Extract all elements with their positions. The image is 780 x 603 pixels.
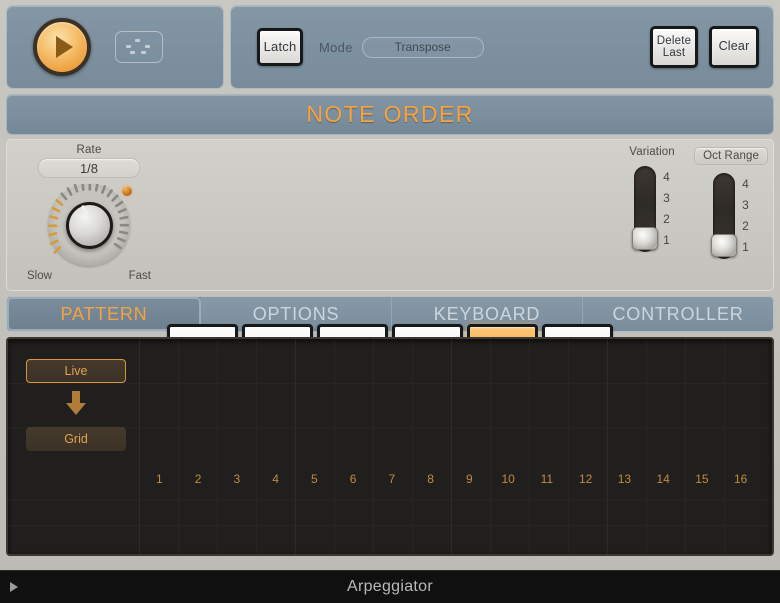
controls-panel: Latch Mode Transpose Delete Last Clear — [230, 5, 774, 89]
delete-last-button[interactable]: Delete Last — [650, 26, 698, 68]
rate-control-group: Rate 1/8 Slow Fast — [21, 144, 157, 282]
variation-tick-4: 4 — [663, 170, 670, 184]
step-6[interactable]: 6 — [334, 472, 373, 486]
transport-panel — [6, 5, 224, 89]
oct-range-slider: 4 3 2 1 — [691, 173, 771, 259]
variation-control-group: Variation 4 3 2 1 — [617, 146, 687, 252]
delete-last-line2: Last — [662, 47, 686, 59]
section-title: NOTE ORDER — [306, 101, 474, 127]
status-bar: Arpeggiator — [0, 570, 780, 603]
arpeggiator-plugin-window: Latch Mode Transpose Delete Last Clear N… — [0, 0, 780, 603]
variation-tick-1: 1 — [663, 233, 670, 247]
pattern-editor-panel[interactable]: Live Grid 1 2 3 4 5 6 7 8 9 10 11 12 13 — [6, 337, 774, 556]
step-5[interactable]: 5 — [295, 472, 334, 486]
variation-slider: 4 3 2 1 — [617, 166, 687, 252]
variation-label: Variation — [629, 146, 675, 158]
oct-range-tick-1: 1 — [742, 240, 749, 254]
step-7[interactable]: 7 — [373, 472, 412, 486]
plugin-name-label: Arpeggiator — [346, 578, 434, 595]
rate-led-indicator — [122, 186, 132, 196]
top-toolbar: Latch Mode Transpose Delete Last Clear — [6, 5, 774, 89]
rate-knob-assembly — [44, 182, 134, 272]
oct-range-slider-track[interactable] — [711, 173, 738, 259]
delete-last-line1: Delete — [656, 34, 692, 47]
step-11[interactable]: 11 — [528, 472, 567, 486]
rate-label: Rate — [76, 144, 102, 156]
step-14[interactable]: 14 — [644, 472, 683, 486]
step-3[interactable]: 3 — [218, 472, 257, 486]
variation-slider-thumb[interactable] — [632, 227, 659, 250]
step-12[interactable]: 12 — [566, 472, 605, 486]
oct-range-tick-4: 4 — [742, 177, 749, 191]
variation-slider-track[interactable] — [632, 166, 659, 252]
oct-range-scale: 4 3 2 1 — [742, 173, 749, 259]
oct-range-label[interactable]: Oct Range — [694, 147, 768, 165]
grid-button[interactable]: Grid — [26, 427, 126, 451]
step-9[interactable]: 9 — [450, 472, 489, 486]
live-to-grid-control: Live Grid — [26, 359, 126, 451]
latch-button[interactable]: Latch — [257, 28, 303, 66]
play-icon — [56, 36, 73, 58]
clear-button[interactable]: Clear — [709, 26, 759, 68]
step-13[interactable]: 13 — [605, 472, 644, 486]
note-order-body: Rate 1/8 Slow Fast Variation 4 3 2 1 Oct… — [6, 139, 774, 387]
step-1[interactable]: 1 — [140, 472, 179, 486]
step-15[interactable]: 15 — [683, 472, 722, 486]
step-8[interactable]: 8 — [411, 472, 450, 486]
step-16[interactable]: 16 — [721, 472, 760, 486]
mode-control: Mode Transpose — [319, 36, 484, 58]
plugin-frame: Latch Mode Transpose Delete Last Clear N… — [0, 0, 780, 570]
step-10[interactable]: 10 — [489, 472, 528, 486]
live-button[interactable]: Live — [26, 359, 126, 383]
step-number-row: 1 2 3 4 5 6 7 8 9 10 11 12 13 14 15 16 — [140, 472, 760, 486]
oct-range-tick-2: 2 — [742, 219, 749, 233]
rate-value-field[interactable]: 1/8 — [38, 158, 140, 178]
oct-range-tick-3: 3 — [742, 198, 749, 212]
note-order-title-bar: NOTE ORDER — [6, 94, 774, 135]
mode-value-dropdown[interactable]: Transpose — [361, 36, 484, 58]
edit-buttons-group: Delete Last Clear — [650, 26, 759, 68]
variation-scale: 4 3 2 1 — [663, 166, 670, 252]
rate-knob[interactable] — [66, 202, 113, 249]
variation-tick-3: 3 — [663, 191, 670, 205]
variation-tick-2: 2 — [663, 212, 670, 226]
mode-label: Mode — [319, 39, 353, 55]
disclosure-triangle-icon[interactable] — [10, 582, 18, 592]
oct-range-slider-thumb[interactable] — [711, 234, 738, 257]
oct-range-control-group: Oct Range 4 3 2 1 — [691, 146, 771, 259]
midi-connector-icon[interactable] — [115, 31, 163, 63]
step-2[interactable]: 2 — [179, 472, 218, 486]
down-arrow-icon — [66, 391, 86, 415]
play-button[interactable] — [33, 18, 91, 76]
step-4[interactable]: 4 — [256, 472, 295, 486]
